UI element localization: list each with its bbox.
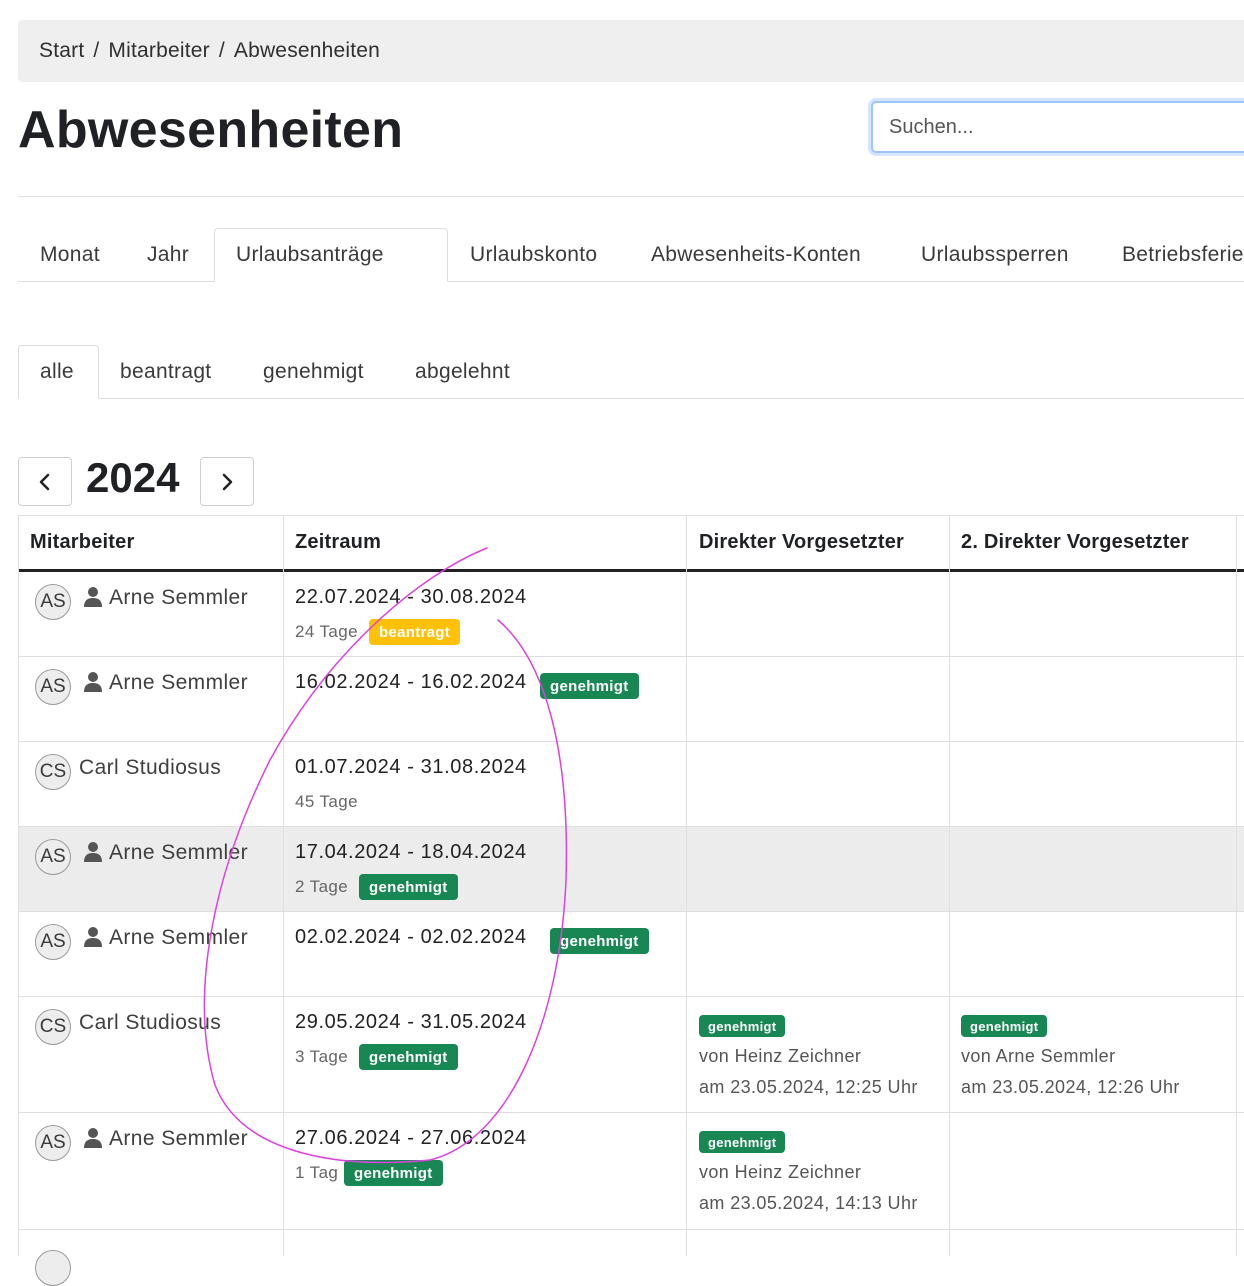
table-row[interactable]: CS Carl Studiosus 01.07.2024 - 31.08.202… [19,742,1244,827]
breadcrumb-start[interactable]: Start [39,39,84,63]
year-label: 2024 [86,454,180,501]
approval2-timestamp: am 23.05.2024, 12:26 Uhr [961,1077,1180,1097]
table-row[interactable]: AS Arne Semmler 22.07.2024 - 30.08.2024 … [19,572,1244,657]
approval-timestamp: am 23.05.2024, 12:25 Uhr [699,1077,918,1097]
avatar: AS [35,839,71,875]
tab-urlaubssperren[interactable]: Urlaubssperren [921,228,1069,281]
column-header-2-vorgesetzter[interactable]: 2. Direkter Vorgesetzter [961,531,1189,554]
table-row[interactable]: AS Arne Semmler 16.02.2024 - 16.02.2024 … [19,657,1244,742]
tab-betriebsferien[interactable]: Betriebsferien [1122,228,1244,281]
breadcrumb-current: Abwesenheiten [233,39,381,62]
column-divider [686,516,687,1256]
employee-name[interactable]: Arne Semmler [109,1127,248,1151]
status-badge: genehmigt [344,1160,443,1186]
column-divider [283,516,284,1256]
user-icon [84,672,102,692]
chevron-left-icon [39,473,50,490]
user-icon [84,1128,102,1148]
avatar [35,1250,71,1286]
employee-name[interactable]: Carl Studiosus [79,756,221,780]
breadcrumb-mitarbeiter[interactable]: Mitarbeiter [108,39,209,63]
avatar: AS [35,669,71,705]
days-count: 2 Tage [295,877,349,896]
approver-status-badge: genehmigt [699,1015,786,1037]
column-header-zeitraum[interactable]: Zeitraum [295,531,381,554]
days-count: 24 Tage [295,622,358,641]
tab-abgelehnt[interactable]: abgelehnt [415,345,510,398]
main-tabs: Monat Jahr Urlaubsanträge Urlaubskonto A… [18,228,1244,282]
tab-urlaubsantraege[interactable]: Urlaubsanträge [214,228,448,282]
breadcrumb-separator: / [218,39,225,62]
approver2-status-badge: genehmigt [961,1015,1048,1037]
approver2-name: von Arne Semmler [961,1046,1116,1066]
divider [18,196,1244,197]
table-row[interactable]: AS Arne Semmler 27.06.2024 - 27.06.2024 … [19,1113,1244,1230]
search-input[interactable] [871,101,1244,153]
period: 22.07.2024 - 30.08.2024 [295,586,527,608]
tab-beantragt[interactable]: beantragt [120,345,211,398]
table-row[interactable]: CS Carl Studiosus 29.05.2024 - 31.05.202… [19,997,1244,1113]
status-badge: genehmigt [550,928,649,954]
period: 17.04.2024 - 18.04.2024 [295,841,527,863]
days-count: 45 Tage [295,792,358,811]
table-row[interactable]: AS Arne Semmler 17.04.2024 - 18.04.2024 … [19,827,1244,912]
employee-name[interactable]: Arne Semmler [109,671,248,695]
avatar: AS [35,1125,71,1161]
leave-requests-table: Mitarbeiter Zeitraum Direkter Vorgesetzt… [18,515,1244,1286]
days-count: 3 Tage [295,1047,349,1066]
column-header-vorgesetzter[interactable]: Direkter Vorgesetzter [699,531,904,554]
chevron-right-icon [222,473,233,490]
period: 16.02.2024 - 16.02.2024 [295,671,527,693]
avatar: CS [35,1009,71,1045]
column-divider [949,516,950,1256]
breadcrumb: Start / Mitarbeiter / Abwesenheiten [18,20,1244,82]
user-icon [84,587,102,607]
page-title: Abwesenheiten [18,101,404,159]
tab-urlaubskonto[interactable]: Urlaubskonto [470,228,597,281]
user-icon [84,842,102,862]
approval-timestamp: am 23.05.2024, 14:13 Uhr [699,1193,918,1213]
approver-name: von Heinz Zeichner [699,1162,862,1182]
breadcrumb-separator: / [93,39,100,62]
period: 27.06.2024 - 27.06.2024 [295,1127,527,1149]
status-badge: genehmigt [540,673,639,699]
employee-name[interactable]: Arne Semmler [109,926,248,950]
tab-genehmigt[interactable]: genehmigt [263,345,364,398]
tab-jahr[interactable]: Jahr [147,228,189,281]
avatar: CS [35,754,71,790]
status-badge: genehmigt [359,874,458,900]
approver-name: von Heinz Zeichner [699,1046,862,1066]
status-badge: beantragt [369,619,461,645]
status-tabs: alle beantragt genehmigt abgelehnt [18,345,1244,399]
next-year-button[interactable] [200,457,254,506]
employee-name[interactable]: Arne Semmler [109,586,248,610]
table-row[interactable]: AS Arne Semmler 02.02.2024 - 02.02.2024 … [19,912,1244,997]
column-header-mitarbeiter[interactable]: Mitarbeiter [30,531,134,554]
period: 01.07.2024 - 31.08.2024 [295,756,527,778]
employee-name[interactable]: Arne Semmler [109,841,248,865]
status-badge: genehmigt [359,1044,458,1070]
tab-monat[interactable]: Monat [40,228,100,281]
avatar: AS [35,584,71,620]
employee-name[interactable]: Carl Studiosus [79,1011,221,1035]
days-count: 1 Tag [295,1163,339,1182]
approver-status-badge: genehmigt [699,1131,786,1153]
previous-year-button[interactable] [18,457,72,506]
tab-abwesenheits-konten[interactable]: Abwesenheits-Konten [651,228,861,281]
column-divider [1236,516,1237,1256]
avatar: AS [35,924,71,960]
tab-alle[interactable]: alle [18,345,99,399]
period: 02.02.2024 - 02.02.2024 [295,926,527,948]
period: 29.05.2024 - 31.05.2024 [295,1011,527,1033]
table-row[interactable] [19,1230,1244,1286]
user-icon [84,927,102,947]
